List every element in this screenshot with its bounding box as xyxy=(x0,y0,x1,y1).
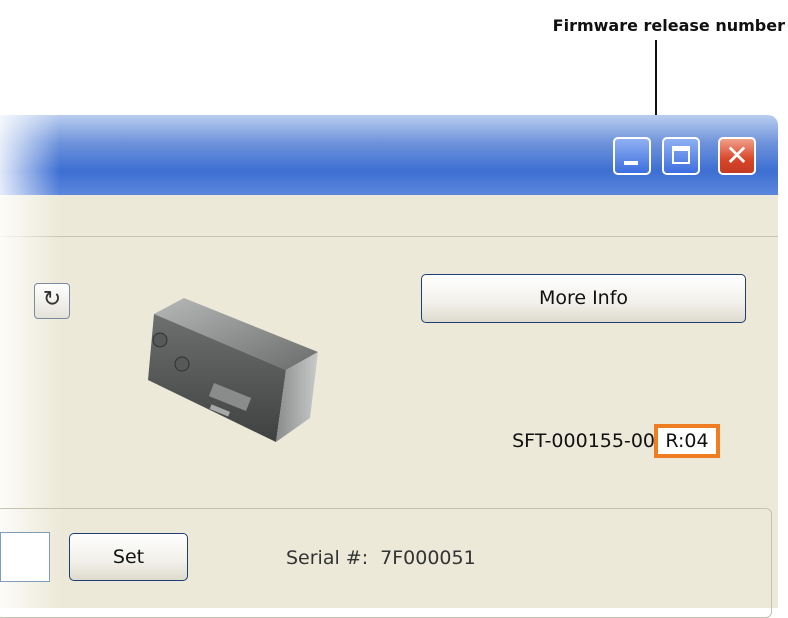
set-button[interactable]: Set xyxy=(69,533,188,581)
device-connector-1 xyxy=(152,332,168,348)
minimize-icon xyxy=(624,161,638,165)
close-button[interactable]: ✕ xyxy=(718,137,756,175)
more-info-button[interactable]: More Info xyxy=(421,274,746,323)
maximize-button[interactable] xyxy=(662,137,700,175)
serial-value: 7F000051 xyxy=(380,547,476,569)
refresh-button[interactable]: ↻ xyxy=(34,283,70,319)
minimize-button[interactable] xyxy=(613,137,651,175)
callout-label: Firmware release number xyxy=(552,16,785,35)
device-connector-2 xyxy=(174,356,190,372)
part-number-value: SFT-000155-00 xyxy=(512,430,655,452)
serial-number: Serial #: 7F000051 xyxy=(286,544,476,572)
firmware-release-number: R:04 xyxy=(654,424,720,458)
title-bar[interactable]: ✕ xyxy=(0,115,778,195)
menu-separator xyxy=(0,236,778,237)
value-input[interactable] xyxy=(0,532,50,582)
device-image xyxy=(148,298,318,442)
maximize-icon xyxy=(672,146,690,164)
serial-label: Serial #: xyxy=(286,547,369,569)
refresh-icon: ↻ xyxy=(42,287,62,312)
close-icon: ✕ xyxy=(725,139,749,172)
